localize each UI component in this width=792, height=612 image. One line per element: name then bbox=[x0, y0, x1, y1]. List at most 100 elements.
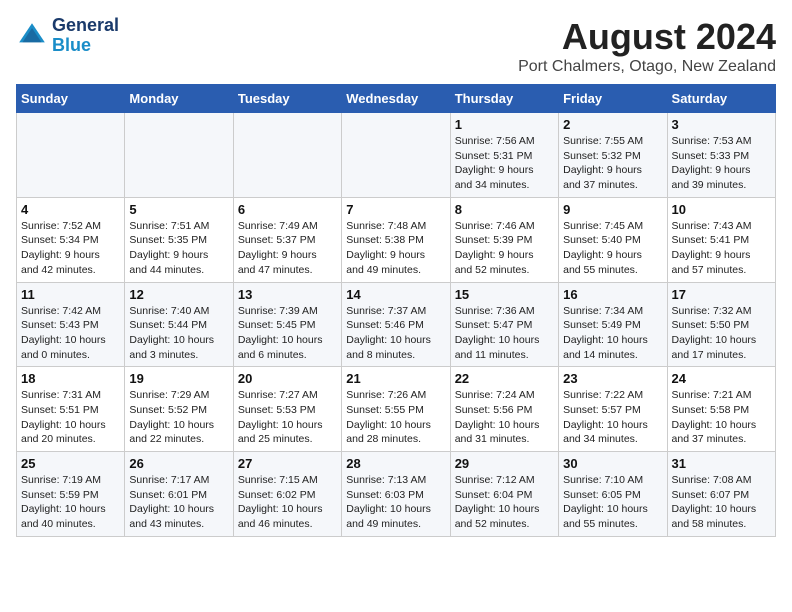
day-number: 3 bbox=[672, 117, 771, 132]
day-info: Sunrise: 7:26 AM Sunset: 5:55 PM Dayligh… bbox=[346, 388, 445, 447]
day-info: Sunrise: 7:15 AM Sunset: 6:02 PM Dayligh… bbox=[238, 473, 337, 532]
day-number: 18 bbox=[21, 371, 120, 386]
day-info: Sunrise: 7:34 AM Sunset: 5:49 PM Dayligh… bbox=[563, 304, 662, 363]
calendar-week-row: 4 Sunrise: 7:52 AM Sunset: 5:34 PM Daylig… bbox=[17, 197, 776, 282]
day-number: 10 bbox=[672, 202, 771, 217]
weekday-header-saturday: Saturday bbox=[667, 85, 775, 113]
calendar-day-8: 8 Sunrise: 7:46 AM Sunset: 5:39 PM Daylig… bbox=[450, 197, 558, 282]
month-year: August 2024 bbox=[518, 16, 776, 58]
day-number: 19 bbox=[129, 371, 228, 386]
weekday-header-tuesday: Tuesday bbox=[233, 85, 341, 113]
calendar-day-7: 7 Sunrise: 7:48 AM Sunset: 5:38 PM Daylig… bbox=[342, 197, 450, 282]
calendar-day-11: 11 Sunrise: 7:42 AM Sunset: 5:43 PM Dayli… bbox=[17, 282, 125, 367]
day-info: Sunrise: 7:48 AM Sunset: 5:38 PM Dayligh… bbox=[346, 219, 445, 278]
calendar-day-31: 31Sunrise: 7:08 AM Sunset: 6:07 PM Dayli… bbox=[667, 452, 775, 537]
calendar-day-22: 22 Sunrise: 7:24 AM Sunset: 5:56 PM Dayli… bbox=[450, 367, 558, 452]
day-info: Sunrise: 7:24 AM Sunset: 5:56 PM Dayligh… bbox=[455, 388, 554, 447]
day-info: Sunrise: 7:37 AM Sunset: 5:46 PM Dayligh… bbox=[346, 304, 445, 363]
calendar-day-28: 28Sunrise: 7:13 AM Sunset: 6:03 PM Dayli… bbox=[342, 452, 450, 537]
day-number: 1 bbox=[455, 117, 554, 132]
day-info: Sunrise: 7:19 AM Sunset: 5:59 PM Dayligh… bbox=[21, 473, 120, 532]
day-number: 9 bbox=[563, 202, 662, 217]
calendar-empty-cell bbox=[233, 113, 341, 198]
day-number: 11 bbox=[21, 287, 120, 302]
day-number: 22 bbox=[455, 371, 554, 386]
day-info: Sunrise: 7:51 AM Sunset: 5:35 PM Dayligh… bbox=[129, 219, 228, 278]
calendar-day-18: 18Sunrise: 7:31 AM Sunset: 5:51 PM Dayli… bbox=[17, 367, 125, 452]
day-info: Sunrise: 7:40 AM Sunset: 5:44 PM Dayligh… bbox=[129, 304, 228, 363]
calendar-empty-cell bbox=[17, 113, 125, 198]
calendar-day-15: 15Sunrise: 7:36 AM Sunset: 5:47 PM Dayli… bbox=[450, 282, 558, 367]
day-number: 29 bbox=[455, 456, 554, 471]
day-number: 13 bbox=[238, 287, 337, 302]
day-number: 14 bbox=[346, 287, 445, 302]
day-number: 23 bbox=[563, 371, 662, 386]
calendar-day-23: 23 Sunrise: 7:22 AM Sunset: 5:57 PM Dayli… bbox=[559, 367, 667, 452]
day-number: 30 bbox=[563, 456, 662, 471]
logo-icon bbox=[16, 20, 48, 52]
day-number: 7 bbox=[346, 202, 445, 217]
day-info: Sunrise: 7:49 AM Sunset: 5:37 PM Dayligh… bbox=[238, 219, 337, 278]
calendar-day-1: 1 Sunrise: 7:56 AM Sunset: 5:31 PM Daylig… bbox=[450, 113, 558, 198]
day-number: 20 bbox=[238, 371, 337, 386]
day-number: 8 bbox=[455, 202, 554, 217]
day-info: Sunrise: 7:55 AM Sunset: 5:32 PM Dayligh… bbox=[563, 134, 662, 193]
calendar-day-21: 21 Sunrise: 7:26 AM Sunset: 5:55 PM Dayli… bbox=[342, 367, 450, 452]
day-info: Sunrise: 7:22 AM Sunset: 5:57 PM Dayligh… bbox=[563, 388, 662, 447]
page-header: General Blue August 2024 Port Chalmers, … bbox=[16, 16, 776, 76]
calendar-day-16: 16 Sunrise: 7:34 AM Sunset: 5:49 PM Dayli… bbox=[559, 282, 667, 367]
day-number: 25 bbox=[21, 456, 120, 471]
calendar-day-10: 10 Sunrise: 7:43 AM Sunset: 5:41 PM Dayli… bbox=[667, 197, 775, 282]
calendar-day-6: 6 Sunrise: 7:49 AM Sunset: 5:37 PM Daylig… bbox=[233, 197, 341, 282]
calendar-day-30: 30Sunrise: 7:10 AM Sunset: 6:05 PM Dayli… bbox=[559, 452, 667, 537]
location: Port Chalmers, Otago, New Zealand bbox=[518, 58, 776, 76]
calendar-day-25: 25 Sunrise: 7:19 AM Sunset: 5:59 PM Dayli… bbox=[17, 452, 125, 537]
day-info: Sunrise: 7:08 AM Sunset: 6:07 PM Dayligh… bbox=[672, 473, 771, 532]
calendar-day-29: 29 Sunrise: 7:12 AM Sunset: 6:04 PM Dayli… bbox=[450, 452, 558, 537]
calendar-day-2: 2Sunrise: 7:55 AM Sunset: 5:32 PM Daylig… bbox=[559, 113, 667, 198]
weekday-header-sunday: Sunday bbox=[17, 85, 125, 113]
calendar-day-27: 27Sunrise: 7:15 AM Sunset: 6:02 PM Dayli… bbox=[233, 452, 341, 537]
day-number: 16 bbox=[563, 287, 662, 302]
day-number: 6 bbox=[238, 202, 337, 217]
day-info: Sunrise: 7:42 AM Sunset: 5:43 PM Dayligh… bbox=[21, 304, 120, 363]
day-info: Sunrise: 7:53 AM Sunset: 5:33 PM Dayligh… bbox=[672, 134, 771, 193]
weekday-header-monday: Monday bbox=[125, 85, 233, 113]
day-number: 4 bbox=[21, 202, 120, 217]
day-info: Sunrise: 7:21 AM Sunset: 5:58 PM Dayligh… bbox=[672, 388, 771, 447]
calendar-empty-cell bbox=[125, 113, 233, 198]
day-info: Sunrise: 7:52 AM Sunset: 5:34 PM Dayligh… bbox=[21, 219, 120, 278]
title-block: August 2024 Port Chalmers, Otago, New Ze… bbox=[518, 16, 776, 76]
logo: General Blue bbox=[16, 16, 119, 56]
day-info: Sunrise: 7:46 AM Sunset: 5:39 PM Dayligh… bbox=[455, 219, 554, 278]
day-info: Sunrise: 7:12 AM Sunset: 6:04 PM Dayligh… bbox=[455, 473, 554, 532]
day-number: 12 bbox=[129, 287, 228, 302]
day-info: Sunrise: 7:17 AM Sunset: 6:01 PM Dayligh… bbox=[129, 473, 228, 532]
day-info: Sunrise: 7:39 AM Sunset: 5:45 PM Dayligh… bbox=[238, 304, 337, 363]
calendar-day-24: 24 Sunrise: 7:21 AM Sunset: 5:58 PM Dayli… bbox=[667, 367, 775, 452]
day-number: 5 bbox=[129, 202, 228, 217]
day-number: 15 bbox=[455, 287, 554, 302]
calendar-week-row: 1 Sunrise: 7:56 AM Sunset: 5:31 PM Daylig… bbox=[17, 113, 776, 198]
calendar-day-4: 4 Sunrise: 7:52 AM Sunset: 5:34 PM Daylig… bbox=[17, 197, 125, 282]
calendar-day-17: 17Sunrise: 7:32 AM Sunset: 5:50 PM Dayli… bbox=[667, 282, 775, 367]
calendar-week-row: 11 Sunrise: 7:42 AM Sunset: 5:43 PM Dayli… bbox=[17, 282, 776, 367]
day-number: 17 bbox=[672, 287, 771, 302]
day-number: 28 bbox=[346, 456, 445, 471]
calendar-day-13: 13 Sunrise: 7:39 AM Sunset: 5:45 PM Dayli… bbox=[233, 282, 341, 367]
day-number: 21 bbox=[346, 371, 445, 386]
calendar-day-3: 3 Sunrise: 7:53 AM Sunset: 5:33 PM Daylig… bbox=[667, 113, 775, 198]
logo-text: General Blue bbox=[52, 16, 119, 56]
calendar-empty-cell bbox=[342, 113, 450, 198]
weekday-header-wednesday: Wednesday bbox=[342, 85, 450, 113]
calendar-day-20: 20Sunrise: 7:27 AM Sunset: 5:53 PM Dayli… bbox=[233, 367, 341, 452]
day-info: Sunrise: 7:43 AM Sunset: 5:41 PM Dayligh… bbox=[672, 219, 771, 278]
day-number: 24 bbox=[672, 371, 771, 386]
calendar-day-5: 5 Sunrise: 7:51 AM Sunset: 5:35 PM Daylig… bbox=[125, 197, 233, 282]
calendar-day-19: 19Sunrise: 7:29 AM Sunset: 5:52 PM Dayli… bbox=[125, 367, 233, 452]
weekday-header-row: SundayMondayTuesdayWednesdayThursdayFrid… bbox=[17, 85, 776, 113]
calendar-day-26: 26Sunrise: 7:17 AM Sunset: 6:01 PM Dayli… bbox=[125, 452, 233, 537]
day-info: Sunrise: 7:56 AM Sunset: 5:31 PM Dayligh… bbox=[455, 134, 554, 193]
weekday-header-friday: Friday bbox=[559, 85, 667, 113]
day-info: Sunrise: 7:45 AM Sunset: 5:40 PM Dayligh… bbox=[563, 219, 662, 278]
